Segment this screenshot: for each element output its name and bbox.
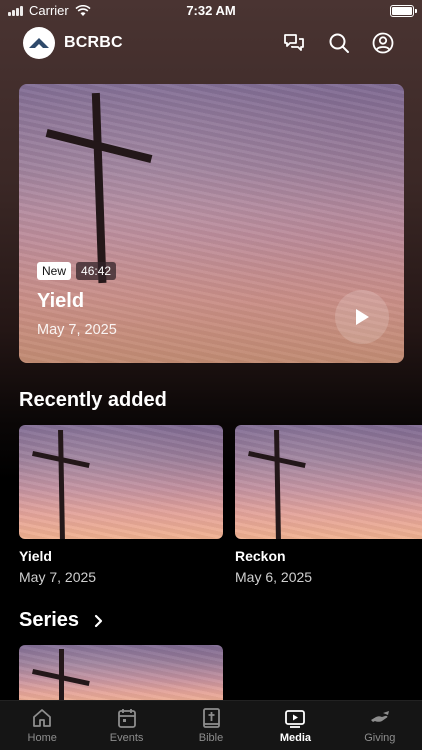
- media-title: Yield: [19, 548, 52, 564]
- series-heading: Series: [19, 609, 80, 631]
- search-icon: [329, 33, 349, 53]
- play-button[interactable]: [335, 290, 389, 344]
- media-title: Reckon: [235, 548, 286, 564]
- media-card[interactable]: Yield May 7, 2025: [19, 425, 223, 585]
- status-bar: Carrier 7:32 AM: [0, 0, 422, 22]
- brand-name: BCRBC: [64, 34, 123, 51]
- media-thumbnail: [235, 425, 422, 539]
- profile-button[interactable]: [371, 31, 395, 55]
- calendar-icon: [117, 709, 136, 728]
- tab-giving[interactable]: Giving: [338, 701, 422, 750]
- hero-badges: New 46:42: [37, 262, 117, 280]
- series-card[interactable]: [19, 645, 223, 705]
- giving-icon: [370, 711, 389, 722]
- media-date: May 6, 2025: [235, 569, 313, 585]
- messages-button[interactable]: [282, 31, 306, 55]
- home-icon: [33, 709, 52, 727]
- tab-label: Giving: [364, 732, 396, 744]
- tab-media[interactable]: Media: [253, 701, 337, 750]
- tab-bible[interactable]: Bible: [169, 701, 253, 750]
- series-heading-link[interactable]: Series: [19, 609, 103, 632]
- media-card[interactable]: Reckon May 6, 2025: [235, 425, 422, 585]
- app-header: BCRBC: [0, 24, 422, 64]
- cross-image: [32, 429, 90, 539]
- tab-label: Bible: [198, 732, 224, 744]
- media-date: May 7, 2025: [19, 569, 97, 585]
- hero-title: Yield: [37, 290, 85, 312]
- recently-added-heading: Recently added: [19, 389, 167, 411]
- account-icon: [372, 32, 394, 54]
- tab-home[interactable]: Home: [0, 701, 84, 750]
- media-thumbnail: [19, 425, 223, 539]
- mountain-logo-icon: [29, 38, 49, 48]
- chevron-right-icon: [94, 614, 103, 627]
- tab-label: Home: [27, 732, 57, 744]
- chat-icon: [284, 34, 304, 51]
- tab-label: Media: [279, 732, 312, 744]
- tab-bar: Home Events Bible Media Giving: [0, 700, 422, 750]
- cross-image: [32, 649, 90, 705]
- cross-image: [248, 429, 306, 539]
- status-time: 7:32 AM: [186, 3, 236, 18]
- duration-badge: 46:42: [76, 262, 117, 280]
- search-button[interactable]: [327, 31, 351, 55]
- tab-label: Events: [109, 732, 144, 744]
- tab-events[interactable]: Events: [84, 701, 168, 750]
- new-badge: New: [37, 262, 72, 280]
- church-logo[interactable]: [23, 27, 55, 59]
- play-icon: [356, 309, 369, 325]
- bible-icon: [203, 708, 220, 728]
- featured-media-card[interactable]: New 46:42 Yield May 7, 2025: [19, 84, 404, 363]
- media-icon: [285, 710, 306, 728]
- hero-date: May 7, 2025: [37, 322, 117, 338]
- battery-icon: [390, 5, 417, 17]
